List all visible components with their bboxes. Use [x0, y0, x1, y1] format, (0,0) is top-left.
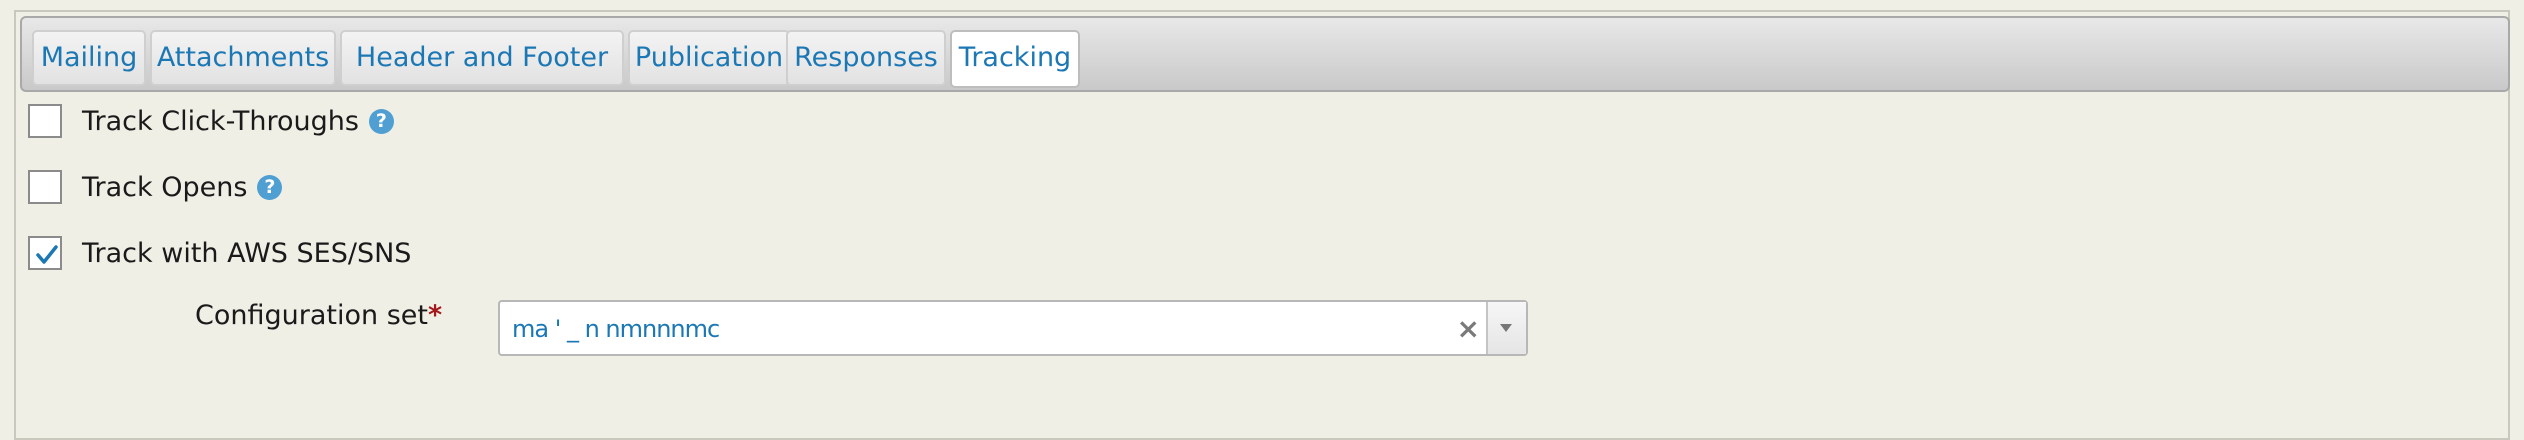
clear-icon[interactable]: ×	[1457, 312, 1480, 346]
tab-responses[interactable]: Responses	[786, 30, 946, 86]
track-click-throughs-checkbox[interactable]	[28, 104, 62, 138]
configuration-set-value: ma ' _ n nmnnnmc	[512, 315, 720, 343]
configuration-set-label-text: Configuration set	[195, 300, 428, 331]
track-aws-checkbox[interactable]	[28, 236, 62, 270]
checkmark-icon	[36, 245, 58, 264]
chevron-down-icon	[1500, 324, 1512, 332]
tab-bar: Mailing Attachments Header and Footer Pu…	[20, 16, 2510, 92]
track-click-throughs-row: Track Click-Throughs ?	[28, 101, 394, 141]
track-click-throughs-label: Track Click-Throughs	[82, 105, 359, 137]
help-circle-icon[interactable]: ?	[368, 108, 394, 134]
required-marker: *	[427, 300, 443, 331]
track-aws-label: Track with AWS SES/SNS	[82, 237, 412, 269]
tab-mailing[interactable]: Mailing	[32, 30, 146, 86]
tab-header-and-footer[interactable]: Header and Footer	[340, 30, 624, 86]
dropdown-toggle[interactable]	[1486, 302, 1526, 354]
tab-publication[interactable]: Publication	[628, 30, 790, 86]
track-opens-checkbox[interactable]	[28, 170, 62, 204]
configuration-set-select[interactable]: ma ' _ n nmnnnmc ×	[498, 300, 1528, 356]
track-opens-row: Track Opens ?	[28, 167, 283, 207]
track-opens-label: Track Opens	[82, 171, 248, 203]
tab-tracking[interactable]: Tracking	[950, 30, 1080, 88]
tab-attachments[interactable]: Attachments	[150, 30, 336, 86]
track-aws-row: Track with AWS SES/SNS	[28, 233, 411, 273]
help-circle-icon[interactable]: ?	[257, 174, 283, 200]
configuration-set-label: Configuration set*	[195, 300, 442, 331]
